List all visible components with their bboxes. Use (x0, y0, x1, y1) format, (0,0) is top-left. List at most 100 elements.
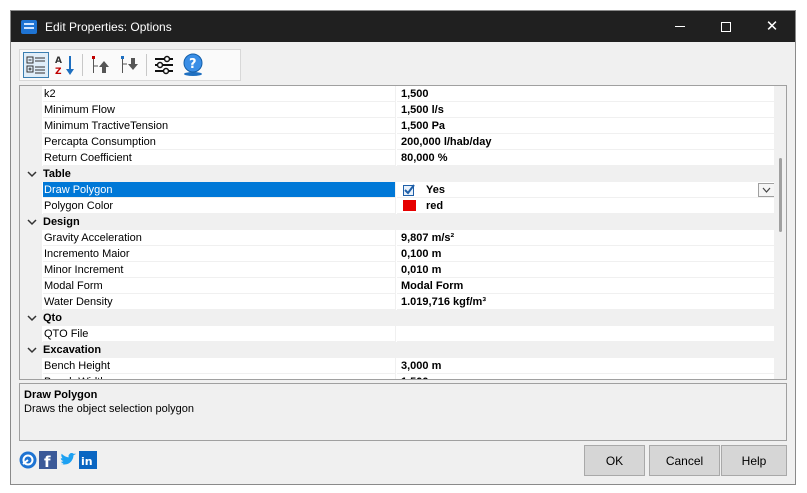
website-link[interactable] (19, 451, 37, 469)
alphabetical-sort-button[interactable]: A Z (52, 52, 78, 78)
checkbox-checked-icon[interactable] (403, 183, 415, 196)
property-row[interactable]: Draw Polygon Yes (20, 182, 774, 198)
cancel-button[interactable]: Cancel (649, 445, 720, 476)
linkedin-icon: in (79, 451, 97, 469)
property-row[interactable]: Modal Form Modal Form (20, 278, 774, 294)
property-value-text: 9,807 m/s² (401, 231, 455, 244)
category-label: Excavation (43, 344, 102, 356)
twitter-link[interactable] (59, 451, 77, 469)
property-value-text: Modal Form (401, 279, 464, 292)
property-row[interactable]: Return Coefficient 80,000 % (20, 150, 774, 166)
property-value[interactable]: 200,000 l/hab/day (397, 134, 774, 150)
row-gutter (20, 182, 42, 198)
property-name[interactable]: Polygon Color (43, 198, 396, 214)
property-value-text: 1.019,716 kgf/m³ (401, 295, 486, 308)
property-row[interactable]: Minor Increment 0,010 m (20, 262, 774, 278)
property-row[interactable]: Polygon Color red (20, 198, 774, 214)
property-row[interactable]: Incremento Maior 0,100 m (20, 246, 774, 262)
property-value[interactable]: Yes (397, 182, 774, 198)
property-name[interactable]: Incremento Maior (43, 246, 396, 262)
property-row[interactable]: Gravity Acceleration 9,807 m/s² (20, 230, 774, 246)
property-value[interactable]: 9,807 m/s² (397, 230, 774, 246)
property-value[interactable]: 1.019,716 kgf/m³ (397, 294, 774, 310)
property-name[interactable]: Draw Polygon (43, 182, 396, 198)
ok-button[interactable]: OK (584, 445, 645, 476)
row-gutter (20, 230, 42, 246)
property-row[interactable]: Bench Width 1,500 m (20, 374, 774, 380)
property-name[interactable]: Minimum Flow (43, 102, 396, 118)
property-value[interactable] (397, 326, 774, 342)
property-name[interactable]: k2 (43, 86, 396, 102)
property-name[interactable]: Water Density (43, 294, 396, 310)
toolbar-separator (146, 54, 147, 76)
close-button[interactable]: ✕ (749, 11, 795, 42)
chevron-down-icon[interactable] (26, 343, 38, 357)
property-value-text: red (426, 199, 444, 212)
filter-settings-button[interactable] (151, 52, 177, 78)
description-text: Draws the object selection polygon (24, 403, 194, 415)
dialog-window: Edit Properties: Options ✕ A Z ? k2 1,50… (10, 10, 796, 485)
vertical-scrollbar[interactable] (774, 86, 786, 379)
title-bar[interactable]: Edit Properties: Options ✕ (11, 11, 795, 42)
property-row[interactable]: Water Density 1.019,716 kgf/m³ (20, 294, 774, 310)
property-row[interactable]: Bench Height 3,000 m (20, 358, 774, 374)
property-value[interactable]: 1,500 Pa (397, 118, 774, 134)
scrollbar-thumb[interactable] (779, 158, 782, 232)
property-name[interactable]: Percapta Consumption (43, 134, 396, 150)
property-value[interactable]: 0,100 m (397, 246, 774, 262)
help-info-button[interactable]: ? (180, 52, 206, 78)
property-name[interactable]: QTO File (43, 326, 396, 342)
property-value[interactable]: 1,500 m (397, 374, 774, 380)
category-row[interactable]: Table (20, 166, 774, 182)
row-gutter (20, 134, 42, 150)
chevron-down-icon[interactable] (26, 215, 38, 229)
categorized-view-button[interactable] (23, 52, 49, 78)
row-gutter (20, 294, 42, 310)
property-value[interactable]: red (397, 198, 774, 214)
category-row[interactable]: Design (20, 214, 774, 230)
twitter-icon (60, 453, 77, 465)
facebook-link[interactable]: f (39, 451, 57, 469)
row-gutter (20, 198, 42, 214)
move-down-button[interactable] (116, 52, 142, 78)
property-row[interactable]: Minimum Flow 1,500 l/s (20, 102, 774, 118)
help-question-icon: ? (183, 53, 203, 76)
app-icon (21, 19, 37, 34)
property-value[interactable]: 3,000 m (397, 358, 774, 374)
toolbar-separator (82, 54, 83, 76)
property-name[interactable]: Minimum TractiveTension (43, 118, 396, 134)
row-gutter (20, 150, 42, 166)
property-row[interactable]: k2 1,500 (20, 86, 774, 102)
minimize-button[interactable] (657, 11, 703, 42)
row-gutter (20, 102, 42, 118)
property-name[interactable]: Bench Height (43, 358, 396, 374)
property-value-text: 1,500 l/s (401, 103, 444, 116)
category-row[interactable]: Qto (20, 310, 774, 326)
property-value[interactable]: 1,500 (397, 86, 774, 102)
property-row[interactable]: Minimum TractiveTension 1,500 Pa (20, 118, 774, 134)
property-row[interactable]: Percapta Consumption 200,000 l/hab/day (20, 134, 774, 150)
property-row[interactable]: QTO File (20, 326, 774, 342)
chevron-down-icon[interactable] (26, 167, 38, 181)
property-value[interactable]: 1,500 l/s (397, 102, 774, 118)
help-button[interactable]: Help (721, 445, 787, 476)
chevron-down-icon[interactable] (26, 311, 38, 325)
property-name[interactable]: Minor Increment (43, 262, 396, 278)
row-gutter (20, 118, 42, 134)
property-name[interactable]: Bench Width (43, 374, 396, 379)
value-dropdown-button[interactable] (758, 183, 774, 197)
linkedin-link[interactable]: in (79, 451, 97, 469)
move-up-button[interactable] (87, 52, 113, 78)
maximize-button[interactable] (703, 11, 749, 42)
category-row[interactable]: Excavation (20, 342, 774, 358)
minimize-icon (675, 26, 685, 27)
property-value[interactable]: 0,010 m (397, 262, 774, 278)
property-value-text: 3,000 m (401, 359, 442, 372)
property-value[interactable]: Modal Form (397, 278, 774, 294)
row-gutter (20, 262, 42, 278)
property-name[interactable]: Return Coefficient (43, 150, 396, 166)
property-grid[interactable]: k2 1,500 Minimum Flow 1,500 l/s Minimum Trac… (19, 85, 787, 380)
property-name[interactable]: Modal Form (43, 278, 396, 294)
property-name[interactable]: Gravity Acceleration (43, 230, 396, 246)
property-value[interactable]: 80,000 % (397, 150, 774, 166)
